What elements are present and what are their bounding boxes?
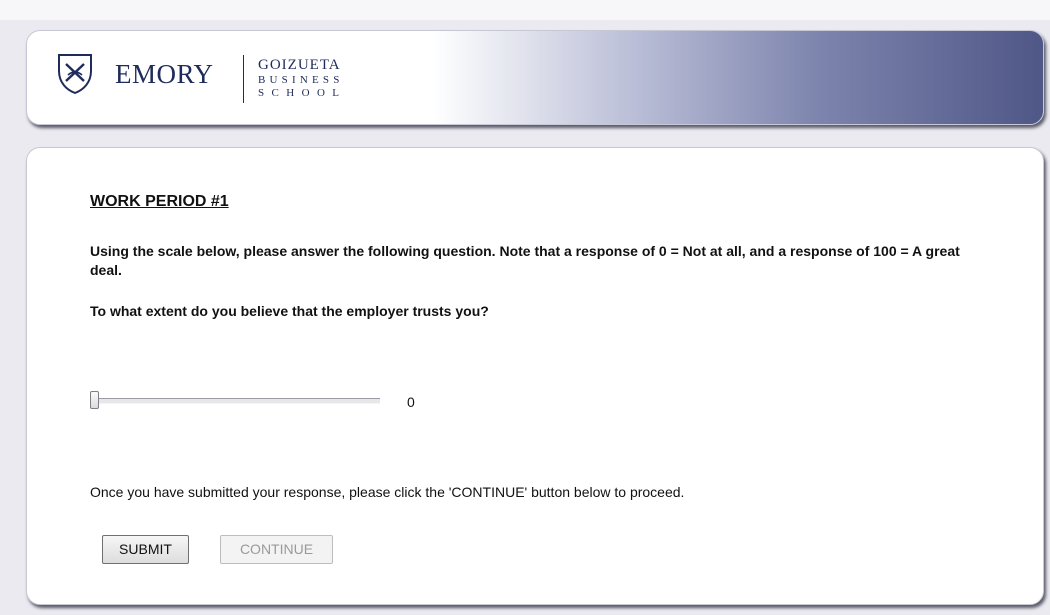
- instructions-text: Using the scale below, please answer the…: [90, 243, 960, 278]
- goizueta-line: GOIZUETA: [258, 57, 341, 73]
- slider-thumb[interactable]: [90, 391, 99, 409]
- content-panel: WORK PERIOD #1 Using the scale below, pl…: [26, 147, 1044, 605]
- business-line: BUSINESS: [258, 74, 344, 86]
- logo-divider: [243, 55, 244, 103]
- school-line: SCHOOL: [258, 87, 347, 99]
- continue-instructions: Once you have submitted your response, p…: [90, 484, 685, 500]
- submit-button[interactable]: SUBMIT: [102, 535, 189, 564]
- emory-logo-text: EMORY: [115, 59, 214, 89]
- header-banner: EMORY GOIZUETA BUSINESS SCHOOL: [26, 30, 1044, 125]
- top-strip: [0, 0, 1050, 20]
- slider-value: 0: [407, 394, 415, 410]
- page-title: WORK PERIOD #1: [90, 193, 229, 210]
- goizueta-logo-text: GOIZUETA BUSINESS SCHOOL: [258, 57, 346, 100]
- slider-track[interactable]: [94, 398, 380, 404]
- question-text: To what extent do you believe that the e…: [90, 303, 489, 319]
- trust-slider[interactable]: [90, 388, 380, 414]
- continue-button[interactable]: CONTINUE: [220, 535, 333, 564]
- emory-shield-icon: [58, 54, 92, 95]
